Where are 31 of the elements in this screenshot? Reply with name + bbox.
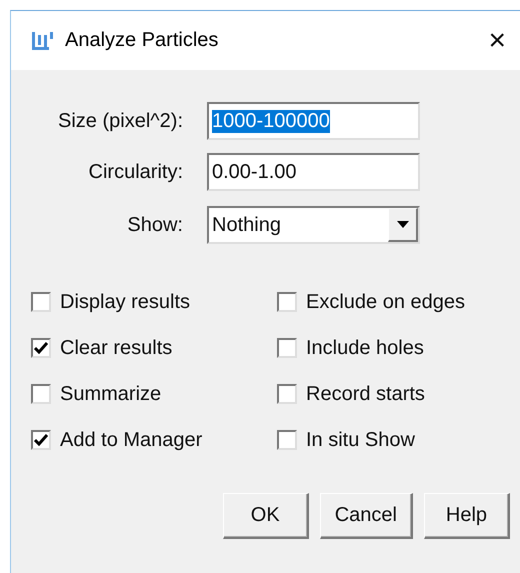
checkbox-label: In situ Show [306,428,415,453]
dialog-button[interactable]: Cancel [320,493,413,539]
checkbox[interactable] [31,292,51,312]
checkbox-label: Add to Manager [60,428,202,453]
checkbox[interactable] [31,338,51,358]
checkbox-label: Include holes [306,336,424,361]
app-icon [31,30,55,52]
checkbox[interactable] [277,292,297,312]
field-label: Circularity: [88,160,183,184]
field-value: 0.00-1.00 [212,160,297,184]
checkbox[interactable] [277,338,297,358]
checkbox[interactable] [277,430,297,450]
field-label: Size (pixel^2): [57,110,183,132]
show-dropdown[interactable]: Nothing [207,206,420,244]
checkbox-label: Record starts [306,382,425,407]
dropdown-arrow-icon [396,221,408,228]
dialog-button[interactable]: OK [222,493,309,539]
close-button[interactable]: × [488,26,506,56]
input-field[interactable]: 1000-100000 [207,102,420,140]
checkbox[interactable] [31,384,51,404]
checkbox[interactable] [31,430,51,450]
checkbox[interactable] [277,384,297,404]
checkbox-label: Display results [60,290,190,315]
dialog-button[interactable]: Help [424,493,510,539]
checkbox-label: Clear results [60,336,172,361]
field-label: Show: [126,214,183,236]
field-value: 1000-100000 [212,110,330,132]
checkbox-label: Exclude on edges [306,290,466,315]
window-title: Analyze Particles [65,29,220,52]
checkbox-label: Summarize [60,382,162,407]
input-field[interactable]: 0.00-1.00 [207,153,420,191]
